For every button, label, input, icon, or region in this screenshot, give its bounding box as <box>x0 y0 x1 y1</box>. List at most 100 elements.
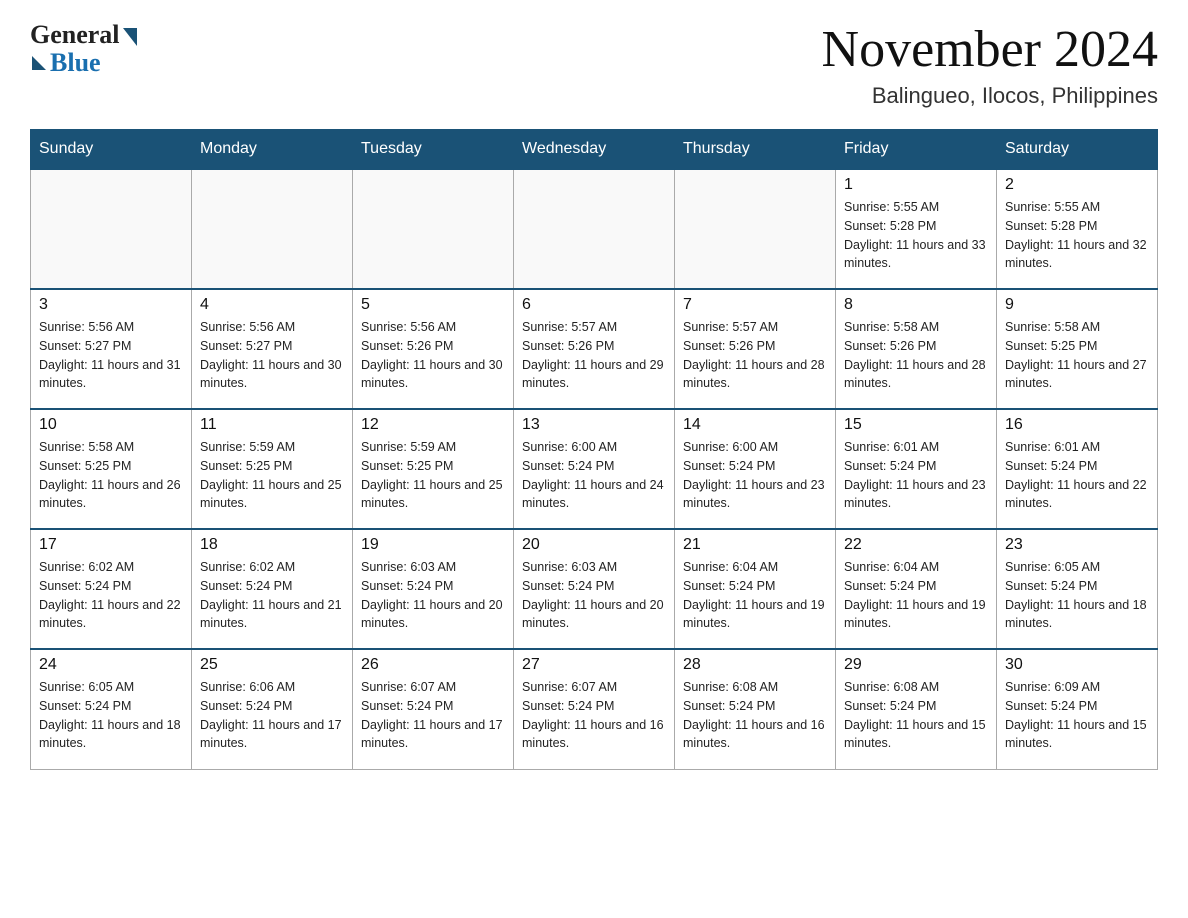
weekday-header-wednesday: Wednesday <box>514 130 675 170</box>
day-info: Sunrise: 6:09 AM Sunset: 5:24 PM Dayligh… <box>1005 678 1149 753</box>
calendar-week-row: 1 Sunrise: 5:55 AM Sunset: 5:28 PM Daylig… <box>31 169 1158 289</box>
day-number: 7 <box>683 296 827 314</box>
day-info: Sunrise: 5:56 AM Sunset: 5:26 PM Dayligh… <box>361 318 505 393</box>
calendar-cell: 8 Sunrise: 5:58 AM Sunset: 5:26 PM Daylig… <box>836 289 997 409</box>
weekday-header-sunday: Sunday <box>31 130 192 170</box>
day-number: 21 <box>683 536 827 554</box>
calendar-cell <box>514 169 675 289</box>
calendar-cell: 6 Sunrise: 5:57 AM Sunset: 5:26 PM Daylig… <box>514 289 675 409</box>
day-info: Sunrise: 5:59 AM Sunset: 5:25 PM Dayligh… <box>361 438 505 513</box>
weekday-header-friday: Friday <box>836 130 997 170</box>
logo-arrow-icon <box>123 28 137 46</box>
day-info: Sunrise: 6:07 AM Sunset: 5:24 PM Dayligh… <box>522 678 666 753</box>
calendar-cell: 27 Sunrise: 6:07 AM Sunset: 5:24 PM Dayli… <box>514 649 675 769</box>
calendar-cell: 24Sunrise: 6:05 AM Sunset: 5:24 PM Dayli… <box>31 649 192 769</box>
calendar-cell: 2 Sunrise: 5:55 AM Sunset: 5:28 PM Daylig… <box>997 169 1158 289</box>
day-info: Sunrise: 6:00 AM Sunset: 5:24 PM Dayligh… <box>683 438 827 513</box>
day-number: 27 <box>522 656 666 674</box>
day-info: Sunrise: 5:56 AM Sunset: 5:27 PM Dayligh… <box>39 318 183 393</box>
day-number: 18 <box>200 536 344 554</box>
day-number: 6 <box>522 296 666 314</box>
header-right: November 2024 Balingueo, Ilocos, Philipp… <box>822 20 1158 109</box>
calendar-cell: 3 Sunrise: 5:56 AM Sunset: 5:27 PM Daylig… <box>31 289 192 409</box>
day-number: 22 <box>844 536 988 554</box>
day-info: Sunrise: 5:58 AM Sunset: 5:25 PM Dayligh… <box>39 438 183 513</box>
day-number: 20 <box>522 536 666 554</box>
day-number: 13 <box>522 416 666 434</box>
day-number: 29 <box>844 656 988 674</box>
day-number: 5 <box>361 296 505 314</box>
calendar-cell <box>31 169 192 289</box>
calendar-cell: 1 Sunrise: 5:55 AM Sunset: 5:28 PM Daylig… <box>836 169 997 289</box>
calendar-header-row: SundayMondayTuesdayWednesdayThursdayFrid… <box>31 130 1158 170</box>
calendar-cell: 25 Sunrise: 6:06 AM Sunset: 5:24 PM Dayli… <box>192 649 353 769</box>
day-number: 23 <box>1005 536 1149 554</box>
day-number: 26 <box>361 656 505 674</box>
calendar-cell: 4 Sunrise: 5:56 AM Sunset: 5:27 PM Daylig… <box>192 289 353 409</box>
calendar-cell: 28Sunrise: 6:08 AM Sunset: 5:24 PM Dayli… <box>675 649 836 769</box>
day-info: Sunrise: 6:08 AM Sunset: 5:24 PM Dayligh… <box>844 678 988 753</box>
calendar-week-row: 24Sunrise: 6:05 AM Sunset: 5:24 PM Dayli… <box>31 649 1158 769</box>
calendar-cell: 10 Sunrise: 5:58 AM Sunset: 5:25 PM Dayli… <box>31 409 192 529</box>
calendar-cell: 26Sunrise: 6:07 AM Sunset: 5:24 PM Dayli… <box>353 649 514 769</box>
day-info: Sunrise: 6:08 AM Sunset: 5:24 PM Dayligh… <box>683 678 827 753</box>
day-info: Sunrise: 5:55 AM Sunset: 5:28 PM Dayligh… <box>844 198 988 273</box>
day-info: Sunrise: 6:04 AM Sunset: 5:24 PM Dayligh… <box>683 558 827 633</box>
day-info: Sunrise: 6:06 AM Sunset: 5:24 PM Dayligh… <box>200 678 344 753</box>
day-info: Sunrise: 6:00 AM Sunset: 5:24 PM Dayligh… <box>522 438 666 513</box>
calendar-cell <box>192 169 353 289</box>
calendar-cell: 12 Sunrise: 5:59 AM Sunset: 5:25 PM Dayli… <box>353 409 514 529</box>
calendar-cell: 23 Sunrise: 6:05 AM Sunset: 5:24 PM Dayli… <box>997 529 1158 649</box>
day-number: 9 <box>1005 296 1149 314</box>
day-number: 30 <box>1005 656 1149 674</box>
day-number: 17 <box>39 536 183 554</box>
logo: General Blue <box>30 20 137 78</box>
day-number: 2 <box>1005 176 1149 194</box>
weekday-header-tuesday: Tuesday <box>353 130 514 170</box>
day-info: Sunrise: 6:01 AM Sunset: 5:24 PM Dayligh… <box>844 438 988 513</box>
calendar-cell <box>675 169 836 289</box>
day-number: 3 <box>39 296 183 314</box>
calendar-cell: 7 Sunrise: 5:57 AM Sunset: 5:26 PM Daylig… <box>675 289 836 409</box>
day-info: Sunrise: 5:59 AM Sunset: 5:25 PM Dayligh… <box>200 438 344 513</box>
month-title: November 2024 <box>822 20 1158 79</box>
day-info: Sunrise: 5:57 AM Sunset: 5:26 PM Dayligh… <box>683 318 827 393</box>
page-header: General Blue November 2024 Balingueo, Il… <box>30 20 1158 109</box>
day-number: 12 <box>361 416 505 434</box>
day-info: Sunrise: 5:58 AM Sunset: 5:26 PM Dayligh… <box>844 318 988 393</box>
weekday-header-saturday: Saturday <box>997 130 1158 170</box>
day-info: Sunrise: 5:56 AM Sunset: 5:27 PM Dayligh… <box>200 318 344 393</box>
calendar-cell: 18 Sunrise: 6:02 AM Sunset: 5:24 PM Dayli… <box>192 529 353 649</box>
day-info: Sunrise: 6:03 AM Sunset: 5:24 PM Dayligh… <box>361 558 505 633</box>
day-number: 24 <box>39 656 183 674</box>
day-info: Sunrise: 6:05 AM Sunset: 5:24 PM Dayligh… <box>1005 558 1149 633</box>
day-info: Sunrise: 6:03 AM Sunset: 5:24 PM Dayligh… <box>522 558 666 633</box>
day-number: 25 <box>200 656 344 674</box>
calendar-cell: 20 Sunrise: 6:03 AM Sunset: 5:24 PM Dayli… <box>514 529 675 649</box>
calendar-cell <box>353 169 514 289</box>
calendar-cell: 14 Sunrise: 6:00 AM Sunset: 5:24 PM Dayli… <box>675 409 836 529</box>
day-number: 11 <box>200 416 344 434</box>
calendar-cell: 19Sunrise: 6:03 AM Sunset: 5:24 PM Dayli… <box>353 529 514 649</box>
location-text: Balingueo, Ilocos, Philippines <box>822 83 1158 109</box>
day-info: Sunrise: 5:58 AM Sunset: 5:25 PM Dayligh… <box>1005 318 1149 393</box>
day-number: 16 <box>1005 416 1149 434</box>
calendar-week-row: 17 Sunrise: 6:02 AM Sunset: 5:24 PM Dayli… <box>31 529 1158 649</box>
calendar-cell: 15Sunrise: 6:01 AM Sunset: 5:24 PM Dayli… <box>836 409 997 529</box>
calendar-cell: 17 Sunrise: 6:02 AM Sunset: 5:24 PM Dayli… <box>31 529 192 649</box>
day-number: 4 <box>200 296 344 314</box>
day-number: 1 <box>844 176 988 194</box>
day-info: Sunrise: 5:57 AM Sunset: 5:26 PM Dayligh… <box>522 318 666 393</box>
day-info: Sunrise: 6:02 AM Sunset: 5:24 PM Dayligh… <box>39 558 183 633</box>
day-number: 10 <box>39 416 183 434</box>
weekday-header-thursday: Thursday <box>675 130 836 170</box>
day-number: 8 <box>844 296 988 314</box>
calendar-cell: 5 Sunrise: 5:56 AM Sunset: 5:26 PM Daylig… <box>353 289 514 409</box>
calendar-cell: 22Sunrise: 6:04 AM Sunset: 5:24 PM Dayli… <box>836 529 997 649</box>
weekday-header-monday: Monday <box>192 130 353 170</box>
logo-general-text: General <box>30 20 120 50</box>
calendar-cell: 13 Sunrise: 6:00 AM Sunset: 5:24 PM Dayli… <box>514 409 675 529</box>
day-number: 14 <box>683 416 827 434</box>
day-info: Sunrise: 5:55 AM Sunset: 5:28 PM Dayligh… <box>1005 198 1149 273</box>
day-info: Sunrise: 6:02 AM Sunset: 5:24 PM Dayligh… <box>200 558 344 633</box>
